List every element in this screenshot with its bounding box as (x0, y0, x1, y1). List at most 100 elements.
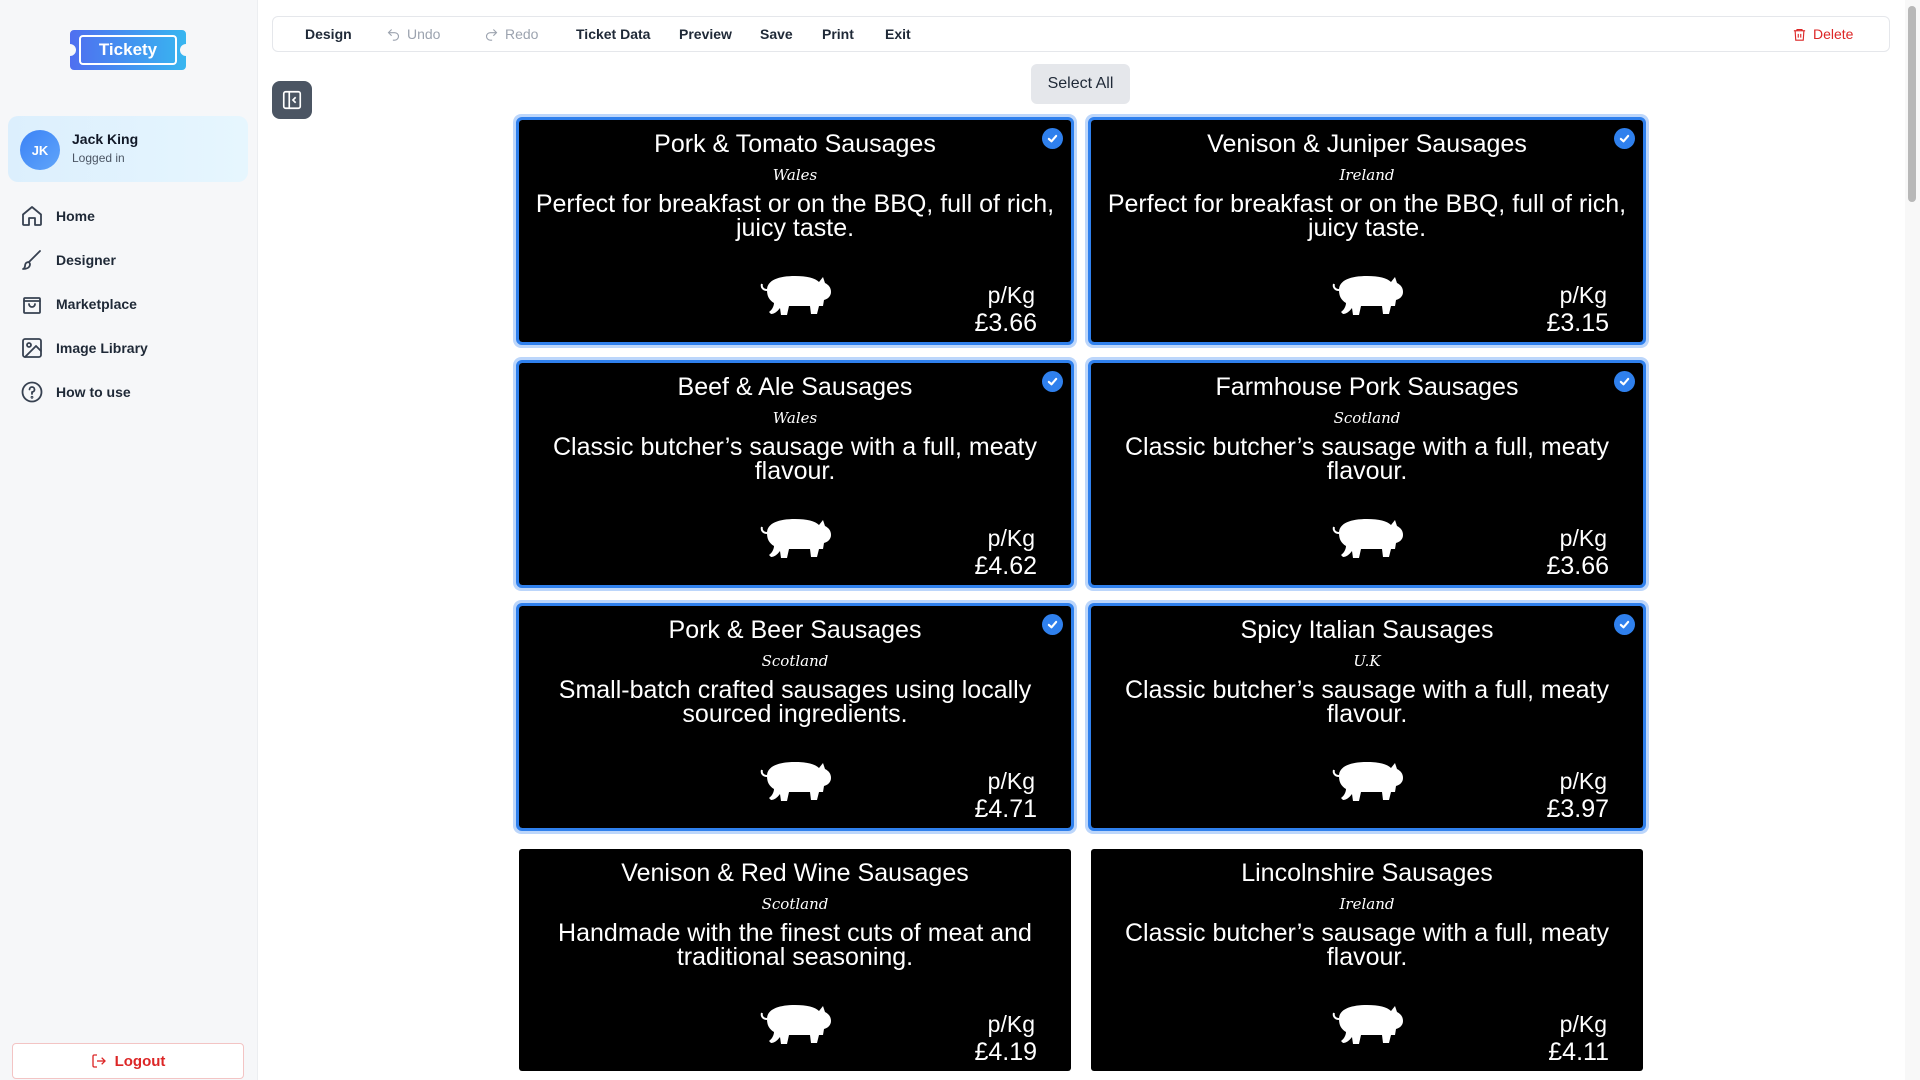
brush-icon (22, 250, 41, 270)
ticket-unit: p/Kg (987, 1011, 1035, 1037)
pig-icon (760, 276, 831, 315)
image-icon (22, 338, 42, 358)
preview-button[interactable]: Preview (679, 17, 732, 51)
ticket-origin: Ireland (1339, 166, 1395, 184)
ticket-description: Classic butcher’s sausage with a full, m… (552, 433, 1038, 485)
delete-label: Delete (1813, 26, 1854, 42)
delete-button[interactable]: Delete (1792, 17, 1853, 51)
user-card[interactable]: JK Jack King Logged in (8, 116, 248, 182)
ticket-price: £4.19 (974, 1038, 1037, 1066)
ticket-card[interactable]: Venison & Juniper Sausages Ireland Perfect… (1088, 117, 1646, 345)
pig-icon (1332, 1005, 1403, 1044)
ticket-description: Classic butcher’s sausage with a full, m… (1124, 433, 1610, 485)
ticket-price: £4.11 (1548, 1038, 1609, 1066)
ticket-card[interactable]: Lincolnshire Sausages Ireland Classic butc… (1091, 849, 1643, 1071)
help-circle-icon (21, 381, 43, 403)
pig-icon (760, 1005, 831, 1044)
selected-check-icon[interactable] (1614, 128, 1635, 149)
redo-button[interactable]: Redo (484, 17, 538, 51)
ticket-price: £4.62 (974, 552, 1037, 580)
ticket-title: Pork & Beer Sausages (668, 616, 922, 644)
ticket-title: Beef & Ale Sausages (677, 373, 913, 401)
sidebar-item-label: Image Library (56, 340, 148, 356)
ticket-card[interactable]: Pork & Beer Sausages Scotland Small-batch … (516, 603, 1074, 831)
sidebar-item-designer[interactable]: Designer (0, 238, 258, 282)
sidebar-item-home[interactable]: Home (0, 194, 258, 238)
undo-label: Undo (407, 26, 441, 42)
pig-icon (1332, 762, 1403, 801)
pig-icon (1332, 276, 1403, 315)
ticket-unit: p/Kg (1559, 1011, 1607, 1037)
ticket-title: Pork & Tomato Sausages (654, 130, 936, 158)
ticket-unit: p/Kg (987, 282, 1035, 308)
logout-button[interactable]: Logout (12, 1043, 244, 1079)
pig-icon (1332, 519, 1403, 558)
ticket-origin: Wales (772, 409, 818, 427)
redo-icon (485, 28, 498, 41)
ticket-unit: p/Kg (1559, 768, 1607, 794)
ticket-card[interactable]: Pork & Tomato Sausages Wales Perfect for b… (516, 117, 1074, 345)
exit-button[interactable]: Exit (885, 17, 911, 51)
print-button[interactable]: Print (822, 17, 854, 51)
ticket-title: Spicy Italian Sausages (1240, 616, 1494, 644)
ticket-origin: Scotland (761, 895, 829, 913)
ticket-card[interactable]: Beef & Ale Sausages Wales Classic butcher’… (516, 360, 1074, 588)
ticket-origin: Wales (772, 166, 818, 184)
save-button[interactable]: Save (760, 17, 793, 51)
sidebar-item-image-library[interactable]: Image Library (0, 326, 258, 370)
ticket-card[interactable]: Spicy Italian Sausages U.K Classic butcher… (1088, 603, 1646, 831)
ticket-title: Farmhouse Pork Sausages (1215, 373, 1519, 401)
ticket-unit: p/Kg (1559, 282, 1607, 308)
ticket-unit: p/Kg (1559, 525, 1607, 551)
sidebar-item-marketplace[interactable]: Marketplace (0, 282, 258, 326)
avatar: JK (20, 130, 60, 170)
ticket-unit: p/Kg (987, 768, 1035, 794)
ticket-card[interactable]: Venison & Red Wine Sausages Scotland Handm… (519, 849, 1071, 1071)
sidebar-nav: Home Designer Marketplace Image Library … (0, 194, 258, 414)
selected-check-icon[interactable] (1042, 614, 1063, 635)
ticket-description: Classic butcher’s sausage with a full, m… (1124, 676, 1610, 728)
collapse-sidebar-button[interactable] (272, 81, 312, 119)
sidebar-item-how-to-use[interactable]: How to use (0, 370, 258, 414)
sidebar-item-label: Home (56, 208, 95, 224)
pig-icon (760, 519, 831, 558)
ticket-unit: p/Kg (987, 525, 1035, 551)
ticket-description: Handmade with the finest cuts of meat an… (558, 919, 1032, 971)
undo-button[interactable]: Undo (386, 17, 440, 51)
selected-check-icon[interactable] (1614, 614, 1635, 635)
design-button[interactable]: Design (305, 17, 352, 51)
ticket-data-button[interactable]: Ticket Data (576, 17, 650, 51)
sidebar-item-label: How to use (56, 384, 131, 400)
ticket-price: £3.66 (974, 309, 1037, 337)
ticket-origin: Scotland (761, 652, 829, 670)
ticket-origin: U.K (1353, 652, 1381, 670)
sidebar-item-label: Marketplace (56, 296, 137, 312)
user-status: Logged in (72, 151, 125, 165)
pig-icon (760, 762, 831, 801)
ticket-price: £3.66 (1546, 552, 1609, 580)
ticket-description: Perfect for breakfast or on the BBQ, ful… (1107, 190, 1627, 242)
editor-toolbar: Design Undo Redo Ticket Data Preview Sav… (272, 16, 1890, 52)
ticket-description: Small-batch crafted sausages using local… (558, 676, 1032, 728)
tickety-logo[interactable]: Tickety (68, 28, 188, 72)
selected-check-icon[interactable] (1042, 371, 1063, 392)
user-name: Jack King (72, 131, 139, 147)
select-all-button[interactable]: Select All (1031, 64, 1130, 104)
ticket-origin: Scotland (1333, 409, 1401, 427)
ticket-description: Perfect for breakfast or on the BBQ, ful… (535, 190, 1055, 242)
undo-icon (387, 28, 400, 41)
logout-icon (91, 1054, 106, 1068)
ticket-title: Venison & Red Wine Sausages (621, 859, 969, 887)
ticket-description: Classic butcher’s sausage with a full, m… (1124, 919, 1610, 971)
sidebar-item-label: Designer (56, 252, 116, 268)
ticket-price: £3.15 (1546, 309, 1609, 337)
selected-check-icon[interactable] (1042, 128, 1063, 149)
shopping-bag-icon (23, 297, 41, 314)
selected-check-icon[interactable] (1614, 371, 1635, 392)
ticket-price: £3.97 (1546, 795, 1609, 823)
redo-label: Redo (505, 26, 539, 42)
ticket-card[interactable]: Farmhouse Pork Sausages Scotland Classic b… (1088, 360, 1646, 588)
scrollbar-thumb[interactable] (1908, 6, 1916, 202)
ticket-title: Lincolnshire Sausages (1241, 859, 1493, 887)
ticket-origin: Ireland (1339, 895, 1395, 913)
